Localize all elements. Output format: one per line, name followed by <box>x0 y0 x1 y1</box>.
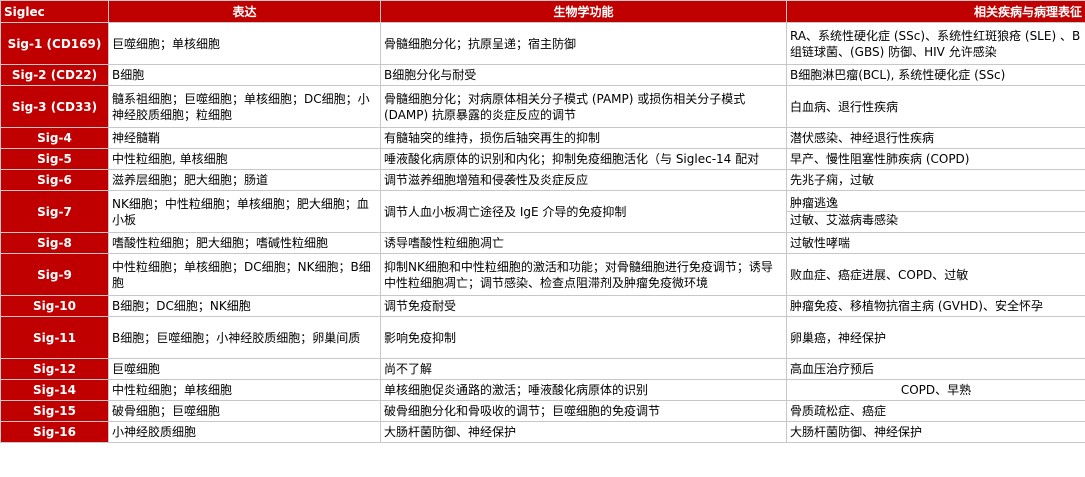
expression-cell: 中性粒细胞；单核细胞 <box>108 379 381 401</box>
expression-cell: 巨噬细胞 <box>108 358 381 380</box>
function-cell: 单核细胞促炎通路的激活；唾液酸化病原体的识别 <box>380 379 787 401</box>
expression-cell: 中性粒细胞；单核细胞；DC细胞；NK细胞；B细胞 <box>108 253 381 296</box>
siglec-table: Siglec 表达 生物学功能 相关疾病与病理表征 Sig-1 (CD169) … <box>0 0 1085 443</box>
disease-cell: 肿瘤逃逸 过敏、艾滋病毒感染 <box>786 190 1085 233</box>
disease-cell: 肿瘤免疫、移植物抗宿主病 (GVHD)、安全怀孕 <box>786 295 1085 317</box>
disease-cell: RA、系统性硬化症 (SSc)、系统性红斑狼疮 (SLE) 、B组链球菌、(GB… <box>786 22 1085 65</box>
disease-cell: 卵巢癌，神经保护 <box>786 316 1085 359</box>
siglec-name: Sig-2 (CD22) <box>0 64 109 86</box>
table-row: Sig-5 中性粒细胞, 单核细胞 唾液酸化病原体的识别和内化；抑制免疫细胞活化… <box>0 148 1085 170</box>
siglec-name: Sig-15 <box>0 400 109 422</box>
table-row: Sig-11 B细胞；巨噬细胞；小神经胶质细胞；卵巢间质 影响免疫抑制 卵巢癌，… <box>0 316 1085 359</box>
header-expression: 表达 <box>108 0 381 23</box>
table-row: Sig-15 破骨细胞；巨噬细胞 破骨细胞分化和骨吸收的调节；巨噬细胞的免疫调节… <box>0 400 1085 422</box>
table-row: Sig-8 嗜酸性粒细胞；肥大细胞；嗜碱性粒细胞 诱导嗜酸性粒细胞凋亡 过敏性哮… <box>0 232 1085 254</box>
siglec-name: Sig-8 <box>0 232 109 254</box>
siglec-name: Sig-3 (CD33) <box>0 85 109 128</box>
expression-cell: 中性粒细胞, 单核细胞 <box>108 148 381 170</box>
table-row: Sig-1 (CD169) 巨噬细胞；单核细胞 骨髓细胞分化；抗原呈递；宿主防御… <box>0 22 1085 65</box>
function-cell: 诱导嗜酸性粒细胞凋亡 <box>380 232 787 254</box>
table-row: Sig-12 巨噬细胞 尚不了解 高血压治疗预后 <box>0 358 1085 380</box>
table-row: Sig-14 中性粒细胞；单核细胞 单核细胞促炎通路的激活；唾液酸化病原体的识别… <box>0 379 1085 401</box>
expression-cell: 髓系祖细胞；巨噬细胞；单核细胞；DC细胞；小神经胶质细胞；粒细胞 <box>108 85 381 128</box>
siglec-name: Sig-7 <box>0 190 109 233</box>
header-disease: 相关疾病与病理表征 <box>786 0 1085 23</box>
disease-cell: B细胞淋巴瘤(BCL), 系统性硬化症 (SSc) <box>786 64 1085 86</box>
function-cell: 尚不了解 <box>380 358 787 380</box>
disease-cell: 白血病、退行性疾病 <box>786 85 1085 128</box>
expression-cell: B细胞；DC细胞；NK细胞 <box>108 295 381 317</box>
function-cell: 影响免疫抑制 <box>380 316 787 359</box>
table-row: Sig-10 B细胞；DC细胞；NK细胞 调节免疫耐受 肿瘤免疫、移植物抗宿主病… <box>0 295 1085 317</box>
disease-cell: 败血症、癌症进展、COPD、过敏 <box>786 253 1085 296</box>
table-row: Sig-9 中性粒细胞；单核细胞；DC细胞；NK细胞；B细胞 抑制NK细胞和中性… <box>0 253 1085 296</box>
siglec-name: Sig-11 <box>0 316 109 359</box>
siglec-name: Sig-4 <box>0 127 109 149</box>
disease-cell: 高血压治疗预后 <box>786 358 1085 380</box>
function-cell: 调节人血小板凋亡途径及 IgE 介导的免疫抑制 <box>380 190 787 233</box>
function-cell: 唾液酸化病原体的识别和内化；抑制免疫细胞活化（与 Siglec-14 配对 <box>380 148 787 170</box>
disease-cell: 先兆子痫，过敏 <box>786 169 1085 191</box>
table-row: Sig-3 (CD33) 髓系祖细胞；巨噬细胞；单核细胞；DC细胞；小神经胶质细… <box>0 85 1085 128</box>
function-cell: 骨髓细胞分化；对病原体相关分子模式 (PAMP) 或损伤相关分子模式 (DAMP… <box>380 85 787 128</box>
table-row: Sig-7 NK细胞；中性粒细胞；单核细胞；肥大细胞；血小板 调节人血小板凋亡途… <box>0 190 1085 233</box>
expression-cell: NK细胞；中性粒细胞；单核细胞；肥大细胞；血小板 <box>108 190 381 233</box>
siglec-name: Sig-14 <box>0 379 109 401</box>
function-cell: 骨髓细胞分化；抗原呈递；宿主防御 <box>380 22 787 65</box>
header-function: 生物学功能 <box>380 0 787 23</box>
disease-cell: 潜伏感染、神经退行性疾病 <box>786 127 1085 149</box>
expression-cell: 小神经胶质细胞 <box>108 421 381 443</box>
expression-cell: B细胞；巨噬细胞；小神经胶质细胞；卵巢间质 <box>108 316 381 359</box>
function-cell: 有髓轴突的维持，损伤后轴突再生的抑制 <box>380 127 787 149</box>
table-row: Sig-4 神经髓鞘 有髓轴突的维持，损伤后轴突再生的抑制 潜伏感染、神经退行性… <box>0 127 1085 149</box>
function-cell: 大肠杆菌防御、神经保护 <box>380 421 787 443</box>
siglec-name: Sig-12 <box>0 358 109 380</box>
siglec-name: Sig-5 <box>0 148 109 170</box>
function-cell: 抑制NK细胞和中性粒细胞的激活和功能；对骨髓细胞进行免疫调节；诱导中性粒细胞凋亡… <box>380 253 787 296</box>
header-row: Siglec 表达 生物学功能 相关疾病与病理表征 <box>0 0 1085 23</box>
table-row: Sig-6 滋养层细胞；肥大细胞；肠道 调节滋养细胞增殖和侵袭性及炎症反应 先兆… <box>0 169 1085 191</box>
expression-cell: 神经髓鞘 <box>108 127 381 149</box>
siglec-name: Sig-10 <box>0 295 109 317</box>
disease-line: 肿瘤逃逸 <box>790 196 839 210</box>
siglec-name: Sig-1 (CD169) <box>0 22 109 65</box>
expression-cell: 滋养层细胞；肥大细胞；肠道 <box>108 169 381 191</box>
siglec-name: Sig-9 <box>0 253 109 296</box>
siglec-name: Sig-6 <box>0 169 109 191</box>
table-row: Sig-16 小神经胶质细胞 大肠杆菌防御、神经保护 大肠杆菌防御、神经保护 <box>0 421 1085 443</box>
expression-cell: 嗜酸性粒细胞；肥大细胞；嗜碱性粒细胞 <box>108 232 381 254</box>
header-siglec: Siglec <box>0 0 109 23</box>
function-cell: 调节免疫耐受 <box>380 295 787 317</box>
table-row: Sig-2 (CD22) B细胞 B细胞分化与耐受 B细胞淋巴瘤(BCL), 系… <box>0 64 1085 86</box>
disease-cell: 过敏性哮喘 <box>786 232 1085 254</box>
expression-cell: 破骨细胞；巨噬细胞 <box>108 400 381 422</box>
function-cell: 调节滋养细胞增殖和侵袭性及炎症反应 <box>380 169 787 191</box>
siglec-name: Sig-16 <box>0 421 109 443</box>
expression-cell: B细胞 <box>108 64 381 86</box>
disease-line: 过敏、艾滋病毒感染 <box>787 211 1085 228</box>
disease-cell: 大肠杆菌防御、神经保护 <box>786 421 1085 443</box>
disease-cell: 早产、慢性阻塞性肺疾病 (COPD) <box>786 148 1085 170</box>
function-cell: B细胞分化与耐受 <box>380 64 787 86</box>
expression-cell: 巨噬细胞；单核细胞 <box>108 22 381 65</box>
disease-cell: 骨质疏松症、癌症 <box>786 400 1085 422</box>
function-cell: 破骨细胞分化和骨吸收的调节；巨噬细胞的免疫调节 <box>380 400 787 422</box>
disease-cell: COPD、早熟 <box>786 379 1085 401</box>
